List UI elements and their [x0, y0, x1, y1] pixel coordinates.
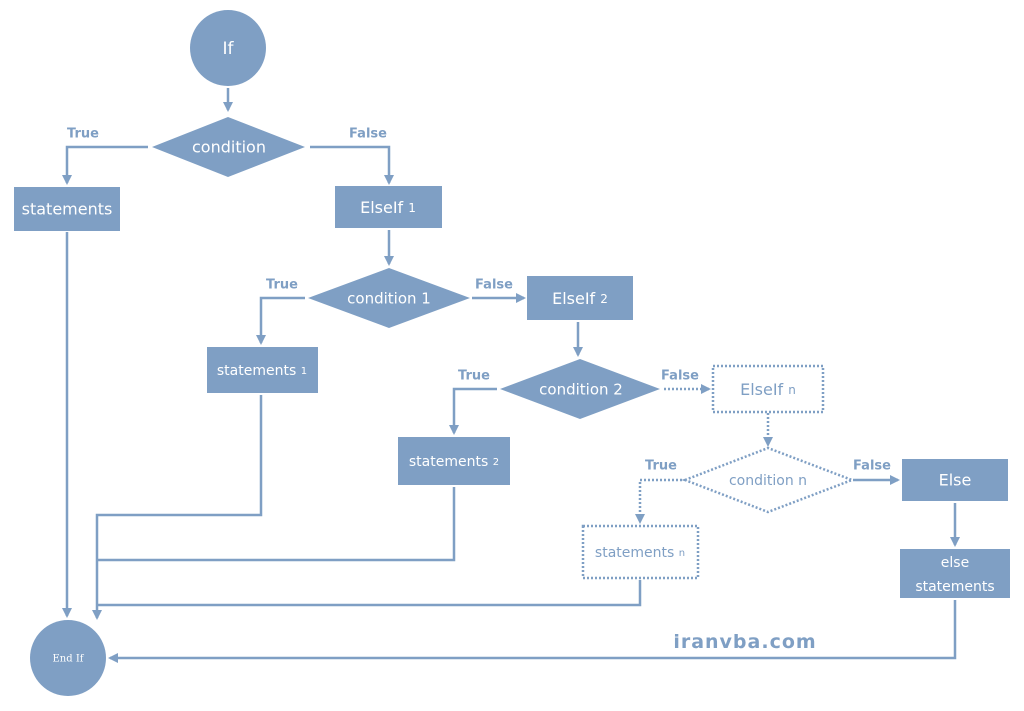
- false-label: False: [475, 278, 513, 293]
- false-label: False: [349, 127, 387, 142]
- elseif2-label: ElseIf 2: [552, 289, 608, 308]
- if-elseif-flowchart: True False True False True False True Fa…: [14, 10, 1010, 696]
- watermark: iranvba.com: [673, 631, 816, 653]
- else-statements-line2: statements: [915, 579, 994, 595]
- arrow-condition2-true: [449, 387, 497, 435]
- true-label: True: [67, 127, 99, 142]
- line-statements2-to-endif: [97, 487, 456, 562]
- else-box: Else: [902, 459, 1008, 501]
- true-label: True: [458, 369, 490, 384]
- endif-label: End If: [53, 654, 85, 665]
- arrow-condition1-true: [256, 296, 305, 345]
- else-statements-line1: else: [941, 555, 969, 571]
- else-statements-box: else statements: [900, 549, 1010, 598]
- condition-decision: condition: [152, 117, 305, 177]
- elseifn-box: ElseIf n: [711, 364, 825, 414]
- statements-box: statements: [14, 187, 120, 231]
- else-label: Else: [939, 471, 972, 490]
- arrow-else-statements-to-endif: [108, 600, 957, 663]
- true-label: True: [266, 278, 298, 293]
- condition2-label: condition 2: [539, 381, 623, 399]
- elseif1-box: ElseIf 1: [335, 186, 442, 228]
- if-label: If: [223, 39, 235, 59]
- arrow-condition-false: [310, 145, 394, 185]
- statementsn-label: statements n: [595, 545, 685, 561]
- statementsn-box: statements n: [581, 524, 700, 580]
- false-label: False: [853, 459, 891, 474]
- statements1-label: statements 1: [217, 363, 307, 379]
- false-label: False: [661, 369, 699, 384]
- arrow-condition-true: [62, 145, 148, 185]
- true-label: True: [645, 459, 677, 474]
- endif-node: End If: [30, 620, 106, 696]
- statements2-label: statements 2: [409, 454, 499, 470]
- condition-label: condition: [192, 138, 266, 157]
- statements2-box: statements 2: [398, 437, 510, 485]
- elseif1-label: ElseIf 1: [360, 198, 416, 217]
- elseif2-box: ElseIf 2: [527, 276, 633, 320]
- arrow-statements1-to-endif: [92, 395, 263, 620]
- condition1-decision: condition 1: [308, 268, 470, 328]
- condition2-decision: condition 2: [500, 359, 660, 419]
- statements1-box: statements 1: [207, 347, 318, 393]
- conditionn-decision: condition n: [681, 446, 856, 514]
- arrow-conditionn-true: [635, 478, 682, 524]
- conditionn-label: condition n: [729, 473, 807, 489]
- condition1-label: condition 1: [347, 290, 431, 308]
- if-start-node: If: [190, 10, 266, 86]
- elseifn-label: ElseIf n: [740, 380, 796, 399]
- statements-label: statements: [22, 200, 113, 219]
- line-statementsn-to-endif: [97, 580, 642, 607]
